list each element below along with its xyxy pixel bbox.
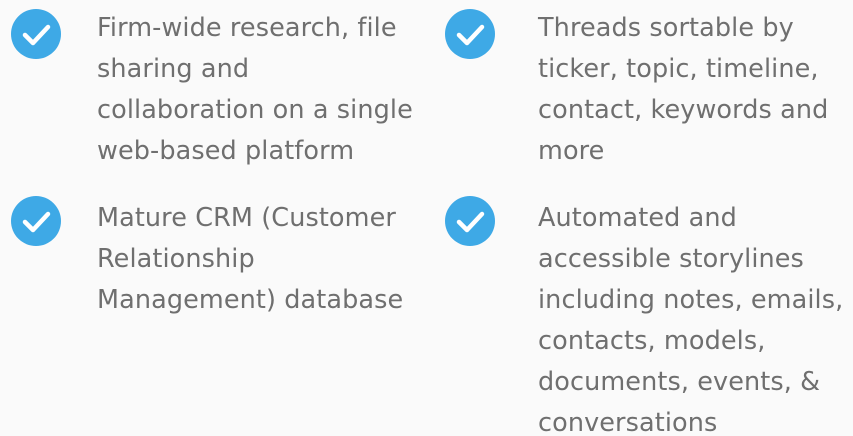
feature-line: accessible storylines [538, 244, 804, 274]
check-circle-icon [10, 8, 62, 60]
feature-text: Automated and accessible storylines incl… [538, 198, 843, 436]
feature-line: Firm-wide research, file [97, 13, 397, 43]
feature-line: Management) database [97, 285, 404, 315]
feature-line: including notes, emails, [538, 285, 844, 315]
feature-text: Firm-wide research, file sharing and col… [97, 8, 413, 172]
feature-line: ticker, topic, timeline, [538, 54, 819, 84]
check-circle-icon [444, 8, 496, 60]
check-circle-icon [444, 195, 496, 247]
feature-line: Threads sortable by [538, 13, 794, 43]
feature-text: Threads sortable by ticker, topic, timel… [538, 8, 828, 172]
feature-list: Firm-wide research, file sharing and col… [0, 0, 853, 436]
feature-line: conversations [538, 408, 718, 436]
feature-line: Automated and [538, 203, 737, 233]
check-circle-icon [10, 195, 62, 247]
feature-line: Relationship [97, 244, 255, 274]
feature-line: documents, events, & [538, 367, 821, 397]
feature-line: contacts, models, [538, 326, 766, 356]
feature-line: more [538, 136, 605, 166]
feature-text: Mature CRM (Customer Relationship Manage… [97, 198, 403, 321]
feature-line: Mature CRM (Customer [97, 203, 396, 233]
feature-line: sharing and [97, 54, 250, 84]
feature-line: contact, keywords and [538, 95, 829, 125]
feature-line: collaboration on a single [97, 95, 413, 125]
feature-line: web-based platform [97, 136, 355, 166]
